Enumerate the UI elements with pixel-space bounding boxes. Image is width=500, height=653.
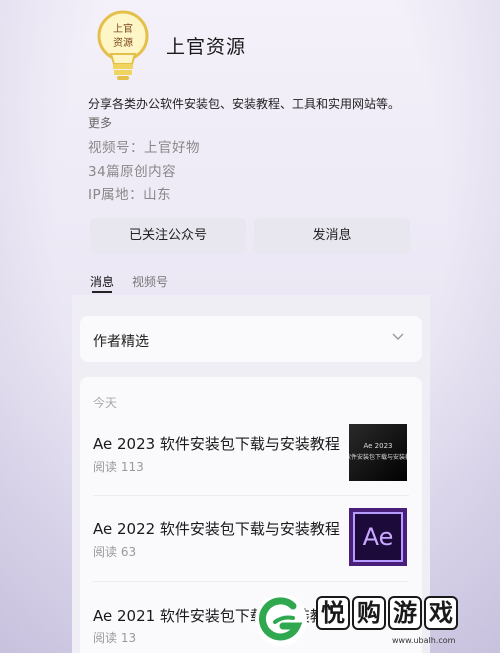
- followed-button[interactable]: 已关注公众号: [90, 218, 246, 254]
- account-intro: 分享各类办公软件安装包、安装教程、工具和实用网站等。: [88, 97, 401, 111]
- watermark-char: 游: [388, 596, 422, 630]
- article-read-count: 阅读 63: [93, 545, 137, 559]
- watermark-char: 购: [352, 596, 386, 630]
- original-count-link[interactable]: 34篇原创内容: [88, 160, 176, 180]
- lightbulb-logo-icon: 上官 资源: [97, 10, 149, 80]
- article-title[interactable]: Ae 2023 软件安装包下载与安装教程: [93, 433, 340, 454]
- watermark-logo-icon: [255, 594, 307, 646]
- account-name[interactable]: 上官资源: [166, 32, 246, 59]
- thumbnail-caption: Ae 2023: [363, 442, 393, 450]
- send-message-button[interactable]: 发消息: [254, 218, 410, 254]
- ae-app-icon: Ae: [353, 512, 403, 562]
- author-picks-label: 作者精选: [93, 334, 149, 350]
- date-group-label: 今天: [93, 396, 118, 410]
- tab-video-channel[interactable]: 视频号: [132, 273, 168, 290]
- watermark-char: 戏: [424, 596, 458, 630]
- active-tab-indicator: [92, 291, 112, 293]
- watermark-brand: 悦购游戏: [316, 594, 496, 630]
- article-read-count: 阅读 113: [93, 460, 144, 474]
- article-read-count: 阅读 13: [93, 631, 137, 645]
- watermark-char: 悦: [316, 596, 350, 630]
- watermark-url: www.ubalh.com: [392, 636, 456, 645]
- article-thumbnail[interactable]: Ae: [349, 508, 407, 566]
- thumbnail-subcaption: 软件安装包下载与安装教程: [349, 454, 407, 461]
- chevron-down-icon: [392, 333, 404, 340]
- more-link[interactable]: 更多: [88, 114, 112, 131]
- logo-text-2: 资源: [113, 36, 133, 49]
- divider: [93, 495, 409, 496]
- article-title[interactable]: Ae 2022 软件安装包下载与安装教程: [93, 518, 340, 539]
- article-thumbnail[interactable]: Ae 2023 软件安装包下载与安装教程: [349, 424, 407, 481]
- profile-header: 上官 资源 上官资源: [0, 0, 500, 90]
- divider: [93, 581, 409, 582]
- logo-text-1: 上官: [113, 22, 133, 35]
- ip-location: IP属地：山东: [88, 187, 172, 203]
- tab-messages[interactable]: 消息: [90, 273, 114, 290]
- video-account-link[interactable]: 视频号：上官好物: [88, 136, 200, 156]
